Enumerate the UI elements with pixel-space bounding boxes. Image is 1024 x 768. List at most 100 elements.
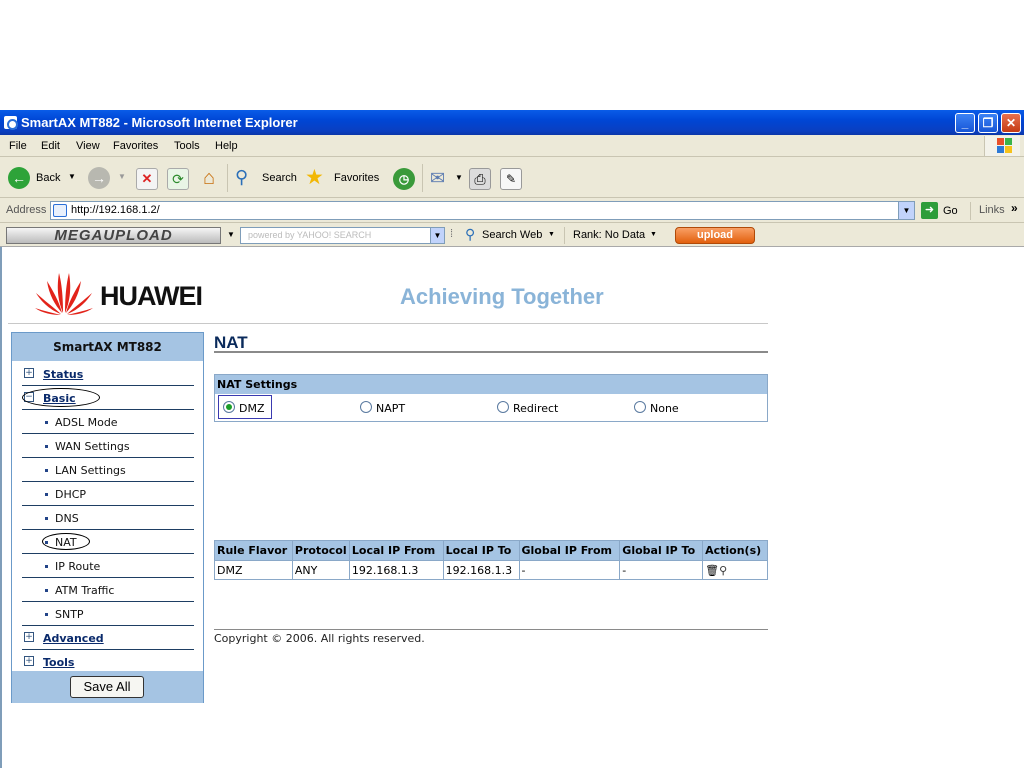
radio-redirect[interactable]: Redirect: [497, 396, 567, 418]
column-header: Local IP To: [442, 540, 520, 561]
restore-button[interactable]: ❐: [978, 113, 998, 133]
menu-file[interactable]: File: [9, 140, 27, 152]
nat-settings-box: NAT Settings DMZ NAPT Redirect None: [214, 374, 768, 422]
sidebar-item-basic[interactable]: − Basic: [22, 386, 194, 410]
title-divider: [214, 351, 768, 353]
title-bar[interactable]: SmartAX MT882 - Microsoft Internet Explo…: [0, 110, 1024, 135]
favorites-button[interactable]: ★ Favorites: [305, 166, 383, 191]
view-magnifier-icon[interactable]: ⚲: [719, 564, 727, 577]
sidebar-item-adsl-mode[interactable]: ADSL Mode: [22, 410, 194, 434]
expand-plus-icon[interactable]: +: [24, 656, 34, 666]
windows-logo-icon: [984, 136, 1020, 156]
search-web-icon: ⚲: [465, 226, 476, 242]
sidebar-item-nat[interactable]: NAT: [22, 530, 194, 554]
expand-plus-icon[interactable]: +: [24, 632, 34, 642]
address-dropdown-icon[interactable]: ▼: [898, 202, 914, 219]
sidebar-item-atm-traffic[interactable]: ATM Traffic: [22, 578, 194, 602]
stop-icon[interactable]: ✕: [136, 168, 158, 190]
radio-label: NAPT: [376, 402, 406, 415]
mail-button[interactable]: ✉ ▼: [430, 167, 464, 191]
go-button[interactable]: ➜ Go: [920, 201, 962, 221]
history-icon[interactable]: ◷: [393, 168, 415, 190]
sidebar: SmartAX MT882 + Status − Basic ADSL Mode…: [11, 332, 204, 703]
sidebar-item-wan-settings[interactable]: WAN Settings: [22, 434, 194, 458]
back-dropdown-icon[interactable]: ▼: [68, 172, 76, 181]
search-dropdown-icon[interactable]: ▼: [430, 227, 445, 244]
table-cell: DMZ: [214, 560, 293, 580]
menu-help[interactable]: Help: [215, 140, 238, 152]
rank-label: Rank: No Data: [573, 229, 646, 241]
radio-unchecked-icon: [497, 401, 509, 413]
close-icon: ✕: [1005, 116, 1017, 130]
forward-button[interactable]: → ▼: [86, 167, 126, 191]
sidebar-item-ip-route[interactable]: IP Route: [22, 554, 194, 578]
sidebar-item-sntp[interactable]: SNTP: [22, 602, 194, 626]
upload-button[interactable]: upload: [675, 227, 755, 244]
close-button[interactable]: ✕: [1001, 113, 1021, 133]
table-cell: -: [619, 560, 704, 580]
radio-napt[interactable]: NAPT: [360, 396, 420, 418]
restore-icon: ❐: [982, 116, 994, 130]
sidebar-item-label: ADSL Mode: [55, 416, 118, 429]
radio-label: None: [650, 402, 679, 415]
table-cell: 192.168.1.3: [348, 560, 444, 580]
forward-dropdown-icon: ▼: [118, 172, 126, 181]
sidebar-item-advanced[interactable]: + Advanced: [22, 626, 194, 650]
bullet-icon: [45, 493, 48, 496]
bullet-icon: [45, 565, 48, 568]
megaupload-logo[interactable]: MEGAUPLOAD: [6, 227, 221, 244]
favorites-label: Favorites: [334, 172, 380, 184]
bullet-icon: [45, 613, 48, 616]
links-button[interactable]: Links: [979, 204, 1005, 216]
bullet-icon: [45, 589, 48, 592]
nat-settings-heading: NAT Settings: [215, 374, 767, 394]
sidebar-item-lan-settings[interactable]: LAN Settings: [22, 458, 194, 482]
bullet-icon: [45, 517, 48, 520]
favorites-star-icon: ★: [305, 166, 324, 189]
radio-none[interactable]: None: [634, 396, 694, 418]
column-header: Action(s): [702, 540, 768, 561]
go-label: Go: [943, 205, 958, 217]
rank-button[interactable]: Rank: No Data ▼: [572, 226, 662, 245]
megaupload-toolbar: MEGAUPLOAD ▼ powered by YAHOO! SEARCH ▼ …: [0, 224, 1024, 247]
sidebar-item-label: Tools: [43, 656, 75, 669]
menu-favorites[interactable]: Favorites: [113, 140, 158, 152]
save-all-button[interactable]: Save All: [70, 676, 144, 698]
sidebar-item-dhcp[interactable]: DHCP: [22, 482, 194, 506]
megaupload-dropdown-icon[interactable]: ▼: [227, 230, 235, 239]
footer-divider: [214, 629, 768, 630]
sidebar-item-status[interactable]: + Status: [22, 362, 194, 386]
go-arrow-icon: ➜: [921, 202, 938, 219]
menu-edit[interactable]: Edit: [41, 140, 60, 152]
brand-name: HUAWEI: [100, 281, 203, 311]
home-icon[interactable]: ⌂: [198, 167, 220, 189]
mail-dropdown-icon: ▼: [455, 173, 463, 182]
menu-tools[interactable]: Tools: [174, 140, 200, 152]
minimize-button[interactable]: _: [955, 113, 975, 133]
radio-unchecked-icon: [634, 401, 646, 413]
search-button[interactable]: ⚲ Search: [233, 167, 299, 191]
address-bar: Address http://192.168.1.2/ ▼ ➜ Go Links…: [0, 199, 1024, 223]
refresh-icon[interactable]: ⟳: [167, 168, 189, 190]
print-icon[interactable]: ⎙: [469, 168, 491, 190]
expand-plus-icon[interactable]: +: [24, 368, 34, 378]
rank-dropdown-icon: ▼: [650, 231, 657, 238]
column-header: Protocol: [291, 540, 350, 561]
toolbar-separator: [970, 202, 971, 220]
back-button[interactable]: ← Back ▼: [4, 164, 82, 192]
sidebar-item-label: DHCP: [55, 488, 87, 501]
radio-label: DMZ: [239, 402, 265, 415]
sidebar-title: SmartAX MT882: [12, 333, 203, 361]
address-input[interactable]: http://192.168.1.2/ ▼: [50, 201, 915, 220]
search-web-button[interactable]: ⚲ Search Web ▼: [464, 226, 558, 245]
back-arrow-icon: ←: [8, 167, 30, 189]
radio-dmz[interactable]: DMZ: [223, 396, 283, 418]
radio-checked-icon: [223, 401, 235, 413]
table-header-row: Rule Flavor Protocol Local IP From Local…: [214, 540, 768, 561]
sidebar-item-dns[interactable]: DNS: [22, 506, 194, 530]
chevron-right-icon[interactable]: »: [1011, 201, 1018, 215]
edit-icon[interactable]: ✎: [500, 168, 522, 190]
menu-view[interactable]: View: [76, 140, 100, 152]
delete-trash-icon[interactable]: 🗑: [705, 564, 719, 577]
yahoo-search-input[interactable]: powered by YAHOO! SEARCH: [240, 227, 432, 244]
